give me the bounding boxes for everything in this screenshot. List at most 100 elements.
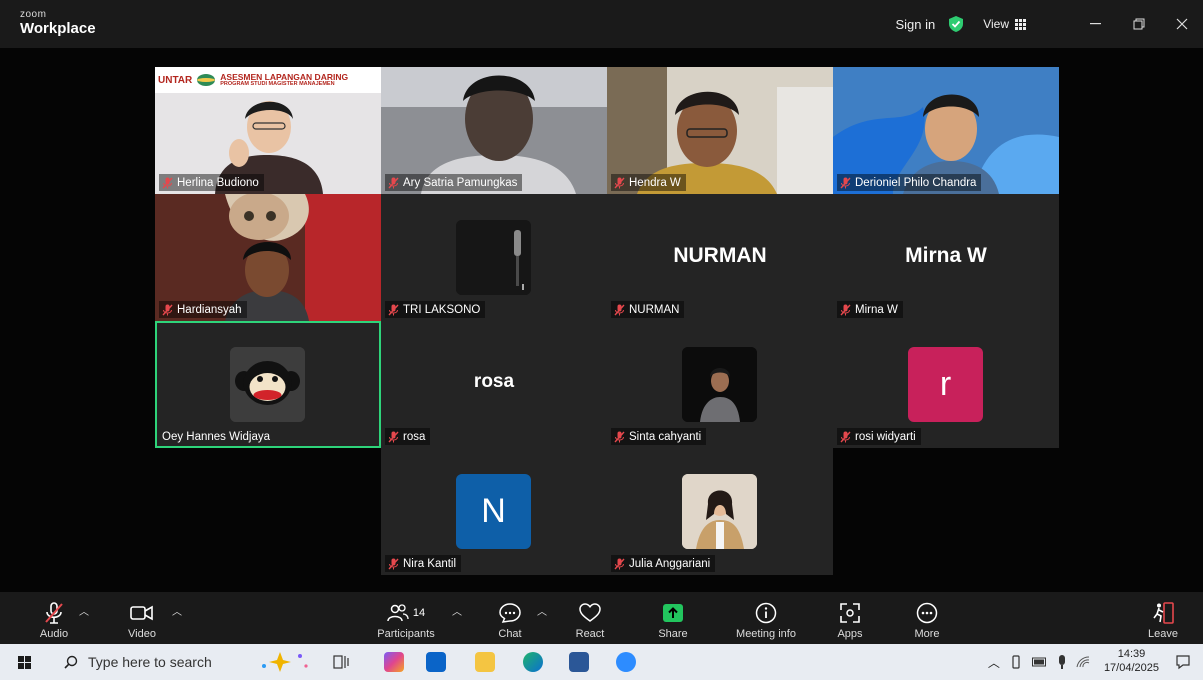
meeting-info-button[interactable]: Meeting info xyxy=(729,592,803,644)
zoom-app-icon[interactable] xyxy=(616,652,636,672)
leave-label: Leave xyxy=(1148,628,1178,640)
react-button[interactable]: React xyxy=(570,592,610,644)
participant-name: Oey Hannes Widjaya xyxy=(159,428,275,445)
participant-tile[interactable]: N Nira Kantil xyxy=(381,448,607,575)
taskbar-clock[interactable]: 14:39 17/04/2025 xyxy=(1104,648,1159,676)
share-button[interactable]: Share xyxy=(652,592,694,644)
edge-browser-icon[interactable] xyxy=(523,652,543,672)
participant-tile-active-speaker[interactable]: Oey Hannes Widjaya xyxy=(155,321,381,448)
participant-name: Ary Satria Pamungkas xyxy=(385,174,523,191)
task-view-icon[interactable] xyxy=(333,654,349,670)
wifi-icon[interactable] xyxy=(1076,656,1090,668)
video-camera-icon xyxy=(130,605,153,621)
sign-in-link[interactable]: Sign in xyxy=(895,17,935,32)
participant-tile[interactable]: UNTAR ASESMEN LAPANGAN DARING PROGRAM ST… xyxy=(155,67,381,194)
mic-muted-icon xyxy=(614,177,625,188)
minimize-button[interactable] xyxy=(1074,0,1117,48)
notification-icon[interactable] xyxy=(1175,654,1191,670)
word-app-icon[interactable] xyxy=(569,652,589,672)
person-photo xyxy=(682,474,757,549)
participant-display-name: Mirna W xyxy=(905,244,987,267)
outlook-app-icon[interactable] xyxy=(426,652,446,672)
mic-muted-icon xyxy=(614,431,625,442)
system-tray: ︿ 14:39 17/04/2025 xyxy=(988,644,1203,680)
participant-tile[interactable]: TRI LAKSONO xyxy=(381,194,607,321)
participant-display-name: rosa xyxy=(473,371,515,392)
share-label: Share xyxy=(658,628,688,640)
apps-button[interactable]: Apps xyxy=(832,592,868,644)
mic-muted-icon xyxy=(162,304,173,315)
participants-label: Participants xyxy=(377,628,435,640)
more-label: More xyxy=(914,628,940,640)
participant-tile[interactable]: Mirna W Mirna W xyxy=(833,194,1059,321)
share-screen-icon xyxy=(663,604,683,622)
mic-muted-icon xyxy=(614,558,625,569)
participant-name-text: Derioniel Philo Chandra xyxy=(855,176,977,189)
more-button[interactable]: More xyxy=(909,592,945,644)
chat-options-caret-icon[interactable]: ︿ xyxy=(537,603,547,618)
close-button[interactable] xyxy=(1160,0,1203,48)
audio-options-caret-icon[interactable]: ︿ xyxy=(79,603,89,618)
participants-options-caret-icon[interactable]: ︿ xyxy=(452,603,462,618)
mic-muted-icon xyxy=(840,304,851,315)
restore-button[interactable] xyxy=(1117,0,1160,48)
profile-photo xyxy=(682,474,757,549)
participant-name: Sinta cahyanti xyxy=(611,428,707,445)
audio-button[interactable]: Audio xyxy=(36,592,72,644)
restore-icon xyxy=(1133,18,1144,30)
react-label: React xyxy=(575,628,605,640)
chat-button[interactable]: Chat xyxy=(490,592,530,644)
participant-name-text: Ary Satria Pamungkas xyxy=(403,176,518,189)
participant-name-text: TRI LAKSONO xyxy=(403,303,481,316)
participant-tile[interactable]: Sinta cahyanti xyxy=(607,321,833,448)
participants-count: 14 xyxy=(412,607,426,619)
title-bar: zoom Workplace Sign in View xyxy=(0,0,1203,48)
battery-icon[interactable] xyxy=(1031,657,1048,667)
view-button[interactable]: View xyxy=(983,17,1026,31)
leave-button[interactable]: Leave xyxy=(1143,592,1183,644)
participant-tile[interactable]: Derioniel Philo Chandra xyxy=(833,67,1059,194)
banner-title: ASESMEN LAPANGAN DARING xyxy=(220,71,349,82)
mic-muted-icon xyxy=(388,558,399,569)
taskbar-search-box[interactable]: Type here to search xyxy=(54,648,240,676)
copilot-app-icon[interactable] xyxy=(384,652,404,672)
windows-taskbar: Type here to search ︿ 14:39 17/04/2025 xyxy=(0,644,1203,680)
security-shield-icon[interactable] xyxy=(949,16,964,32)
video-button[interactable]: Video xyxy=(122,592,162,644)
participant-name-text: rosa xyxy=(403,430,426,443)
participant-name-text: rosi widyarti xyxy=(855,430,916,443)
participant-tile[interactable]: rosa rosa xyxy=(381,321,607,448)
participant-name: Herlina Budiono xyxy=(159,174,264,191)
participant-name-text: Hardiansyah xyxy=(177,303,242,316)
participant-name: Nira Kantil xyxy=(385,555,462,572)
minimize-icon xyxy=(1090,23,1101,25)
participant-tile[interactable]: Julia Anggariani xyxy=(607,448,833,575)
info-icon xyxy=(755,602,777,624)
participant-tile[interactable]: r rosi widyarti xyxy=(833,321,1059,448)
profile-photo xyxy=(682,347,757,422)
mic-muted-icon xyxy=(614,304,625,315)
microphone-tray-icon[interactable] xyxy=(1058,655,1066,669)
usb-device-icon[interactable] xyxy=(1010,655,1022,669)
participant-name-text: Hendra W xyxy=(629,176,681,189)
participant-name-text: Julia Anggariani xyxy=(629,557,711,570)
monkey-logo-photo xyxy=(230,347,305,422)
mic-muted-icon xyxy=(388,431,399,442)
letter-avatar: r xyxy=(908,347,983,422)
heart-icon xyxy=(579,603,601,622)
participant-name: Hendra W xyxy=(611,174,686,191)
video-options-caret-icon[interactable]: ︿ xyxy=(172,603,182,618)
participant-tile[interactable]: Ary Satria Pamungkas xyxy=(381,67,607,194)
search-icon xyxy=(64,655,78,669)
participant-name: Mirna W xyxy=(837,301,903,318)
participant-tile[interactable]: NURMAN NURMAN xyxy=(607,194,833,321)
participants-button[interactable]: 14 Participants xyxy=(372,592,440,644)
brand-name: Workplace xyxy=(20,20,96,37)
windows-start-icon[interactable] xyxy=(18,656,31,669)
show-hidden-icons-chevron-icon[interactable]: ︿ xyxy=(988,654,1000,671)
sparkle-widget-icon[interactable] xyxy=(256,650,312,674)
file-explorer-icon[interactable] xyxy=(475,652,495,672)
zoom-workplace-logo: zoom Workplace xyxy=(20,10,96,37)
participant-tile[interactable]: Hendra W xyxy=(607,67,833,194)
participant-tile[interactable]: Hardiansyah xyxy=(155,194,381,321)
